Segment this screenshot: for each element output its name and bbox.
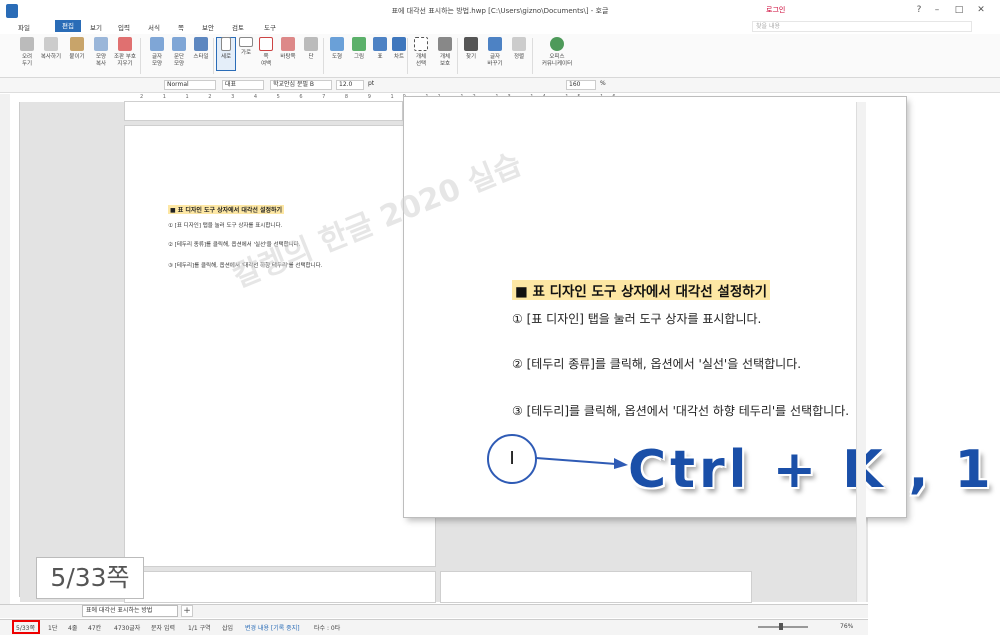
format-toolbar	[0, 78, 1000, 93]
zoom-step-1: ① [표 디자인] 탭을 눌러 도구 상자를 표시합니다.	[512, 312, 762, 326]
add-tab-button[interactable]: +	[181, 605, 193, 617]
status-section: 1/1 구역	[188, 625, 211, 632]
page-step-1: ① [표 디자인] 탭을 눌러 도구 상자를 표시합니다.	[168, 223, 283, 229]
zoom-input[interactable]: 160	[566, 80, 596, 90]
clipboard-icon	[70, 37, 84, 51]
ribbon-separator	[140, 38, 141, 74]
replace-icon	[488, 37, 502, 51]
status-page[interactable]: 5/33쪽	[16, 623, 35, 632]
menu-format[interactable]: 서식	[148, 22, 160, 32]
page-number-callout: 5/33쪽	[36, 557, 144, 599]
ribbon-separator	[532, 38, 533, 74]
columns-icon	[304, 37, 318, 51]
style-button[interactable]: 스타일	[188, 37, 214, 77]
zoom-heading: ■ 표 디자인 도구 상자에서 대각선 설정하기	[512, 280, 771, 300]
vertical-ruler[interactable]	[10, 102, 20, 597]
help-icon[interactable]: ?	[912, 4, 926, 16]
page-heading: ■ 표 디자인 도구 상자에서 대각선 설정하기	[168, 205, 285, 214]
char-shape-icon	[150, 37, 164, 51]
chart-icon	[392, 37, 406, 51]
text-cursor-icon: I	[487, 434, 537, 484]
help-search-input[interactable]: 찾을 내용	[752, 21, 972, 32]
portrait-page-icon	[221, 37, 231, 51]
previous-page-bottom	[125, 102, 402, 120]
next-page-left	[125, 572, 435, 602]
status-zoom[interactable]: 76%	[840, 623, 853, 630]
status-insert[interactable]: 삽입	[222, 623, 233, 632]
table-icon	[373, 37, 387, 51]
menu-view[interactable]: 보기	[90, 22, 102, 32]
page-step-2: ② [테두리 종류]를 클릭해, 옵션에서 '실선'을 선택합니다.	[168, 242, 301, 248]
find-button[interactable]: 찾기	[458, 37, 484, 77]
sort-button[interactable]: 정렬	[506, 37, 532, 77]
close-button[interactable]: ✕	[974, 4, 988, 16]
zoom-unit: %	[600, 80, 606, 87]
cut-button[interactable]: 오려 두기	[14, 37, 40, 77]
next-page-right	[441, 572, 751, 602]
zoom-step-2: ② [테두리 종류]를 클릭해, 옵션에서 '실선'을 선택합니다.	[512, 357, 802, 371]
eraser-icon	[118, 37, 132, 51]
zoom-step-3: ③ [테두리]를 클릭해, 옵션에서 '대각선 하향 테두리'를 선택합니다.	[512, 404, 850, 418]
font-unit-select[interactable]: pt	[366, 80, 386, 90]
object-protect-button[interactable]: 개체 보호	[432, 37, 458, 77]
font-select[interactable]: 학교안심 분필 B	[270, 80, 332, 90]
status-track-changes[interactable]: 변경 내용 [기록 중지]	[245, 623, 300, 632]
menu-page[interactable]: 쪽	[178, 22, 184, 32]
document-page[interactable]	[125, 126, 435, 566]
zoom-slider-handle[interactable]	[779, 623, 783, 630]
zoom-slider[interactable]	[758, 626, 808, 628]
font-size-input[interactable]: 12.0	[336, 80, 364, 90]
paste-button[interactable]: 붙이기	[64, 37, 90, 77]
binoculars-icon	[464, 37, 478, 51]
status-column: 1단	[48, 625, 58, 632]
status-input-mode[interactable]: 문자 입력	[151, 623, 175, 632]
left-margin	[0, 94, 10, 604]
hwp-window: 표에 대각선 표시하는 방법.hwp [C:\Users\gizno\Docum…	[0, 0, 1000, 643]
menu-tools[interactable]: 도구	[264, 22, 276, 32]
master-page-icon	[281, 37, 295, 51]
shortcut-label: Ctrl + K , 1	[628, 440, 995, 500]
status-typing: 타수 : 0타	[314, 625, 341, 632]
login-button[interactable]: 로그인	[766, 5, 785, 15]
picture-icon	[352, 37, 366, 51]
office-communicator-button[interactable]: 오피스 커뮤니케이터	[535, 37, 579, 77]
para-shape-icon	[172, 37, 186, 51]
status-col-pos: 47칸	[88, 625, 102, 632]
clear-codes-button[interactable]: 조판 부호 지우기	[112, 37, 138, 77]
brush-icon	[94, 37, 108, 51]
communicator-icon	[550, 37, 564, 51]
format-copy-button[interactable]: 모양 복사	[88, 37, 114, 77]
scissors-icon	[20, 37, 34, 51]
object-select-button[interactable]: 개체 선택	[408, 37, 434, 77]
landscape-page-icon	[239, 37, 253, 47]
style-select[interactable]: Normal	[164, 80, 216, 90]
window-title: 표에 대각선 표시하는 방법.hwp [C:\Users\gizno\Docum…	[391, 7, 609, 15]
menu-review[interactable]: 검토	[232, 22, 244, 32]
copy-button[interactable]: 복사하기	[38, 37, 64, 77]
style-icon	[194, 37, 208, 51]
language-select[interactable]: 대표	[222, 80, 264, 90]
status-chars: 4730글자	[114, 625, 141, 632]
menu-edit[interactable]: 편집	[55, 20, 81, 32]
arrow-icon	[536, 457, 628, 469]
copy-icon	[44, 37, 58, 51]
menu-security[interactable]: 보안	[202, 22, 214, 32]
shape-icon	[330, 37, 344, 51]
menu-file[interactable]: 파일	[18, 22, 30, 32]
status-line: 4줄	[68, 625, 78, 632]
page-step-3: ③ [테두리]를 클릭해, 옵션에서 '대각선 하향 테두리'를 선택합니다.	[168, 263, 323, 269]
columns-button[interactable]: 단	[298, 37, 324, 77]
replace-button[interactable]: 글자 바꾸기	[482, 37, 508, 77]
minimize-button[interactable]: –	[930, 4, 944, 16]
maximize-button[interactable]: □	[952, 4, 966, 16]
margin-icon	[259, 37, 273, 51]
select-icon	[414, 37, 428, 51]
sort-icon	[512, 37, 526, 51]
menu-insert[interactable]: 입력	[118, 22, 130, 32]
vertical-scrollbar[interactable]	[856, 102, 866, 602]
document-tab[interactable]: 표에 대각선 표시하는 방법	[82, 605, 178, 617]
lock-icon	[438, 37, 452, 51]
